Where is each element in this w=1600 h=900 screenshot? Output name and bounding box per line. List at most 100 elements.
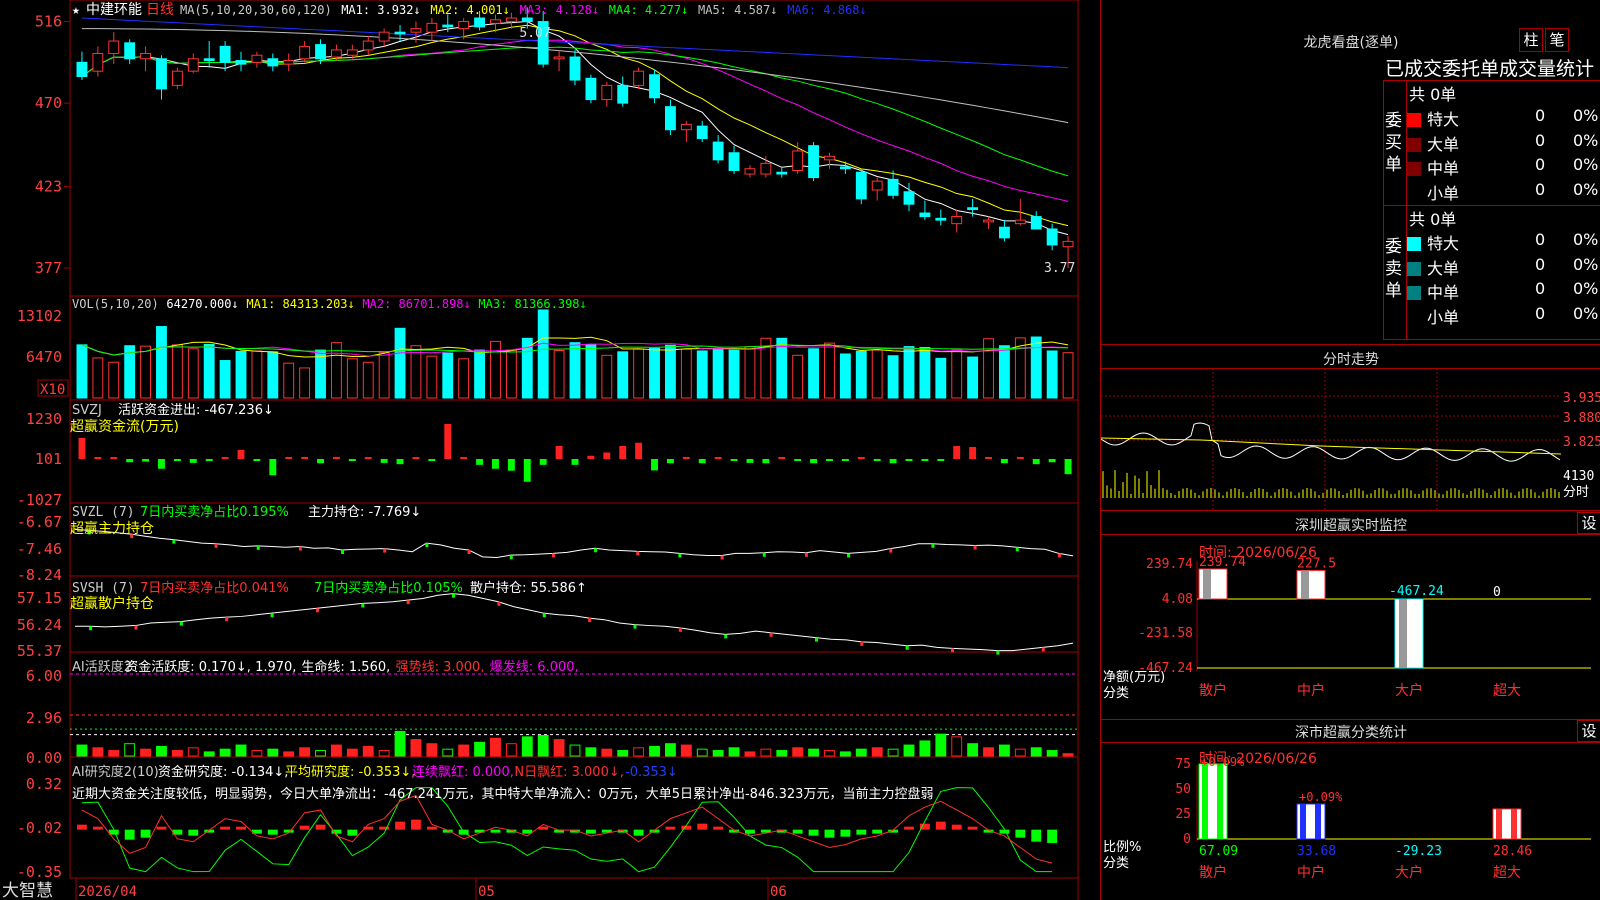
classify-settings-button[interactable]: 设 — [1577, 720, 1600, 742]
ai1-bar — [235, 744, 247, 757]
svzl-line-marker — [594, 548, 598, 553]
volume-bar — [474, 349, 486, 399]
ai2-comment: 近期大资金关注度较低，明显弱势，今日大单净流出：-467.241万元，其中特大单… — [72, 786, 933, 802]
ai1-bar — [283, 751, 295, 757]
candle-body — [664, 106, 676, 131]
svsh-line-marker — [225, 617, 229, 622]
classify-title: 深市超赢分类统计 — [1295, 725, 1407, 741]
svzj-bar — [1032, 459, 1040, 465]
svzl-line-marker — [1015, 547, 1019, 552]
ai1-bar — [919, 740, 931, 757]
candle-body — [728, 152, 740, 171]
row-percent: 0% — [1573, 130, 1599, 150]
ai2-bar — [951, 824, 962, 830]
svsh-line-marker — [179, 621, 183, 626]
ai2-bar — [824, 829, 835, 838]
volume-bar — [1030, 336, 1042, 399]
intraday-title: 分时走势 — [1323, 352, 1379, 368]
candle-body — [1030, 216, 1042, 230]
svzj-bar — [444, 423, 452, 459]
classify-bar-label: +0.09% — [1299, 790, 1343, 804]
ai1-bar — [696, 748, 708, 757]
ai1-bar — [744, 751, 756, 757]
svzl-tick-label: -7.46 — [17, 540, 62, 558]
svsh-legend-item: 散户持仓: 55.586↑ — [470, 580, 587, 596]
monitor-category: 散户 — [1199, 682, 1227, 699]
price-tick-label: 470 — [35, 94, 62, 112]
ai2-bar — [792, 829, 803, 834]
ai1-bar — [649, 745, 660, 757]
ai1-legend-item: 资金活跃度: 0.170↓, 1.970, — [125, 659, 296, 675]
lhb-subtitle: 已成交委托单成交量统计 — [1385, 58, 1595, 80]
ai1-bar — [76, 744, 88, 757]
star-icon: ★ — [72, 3, 80, 18]
svzl-legend-item: SVZL (7) — [72, 505, 135, 520]
panel-frame — [69, 0, 1079, 297]
svzl-line-marker — [678, 553, 682, 558]
svzj-bar — [110, 457, 118, 459]
candle-body — [1046, 228, 1058, 246]
svzj-bar — [476, 459, 484, 465]
ai2-bar — [220, 826, 231, 830]
candle-body — [649, 74, 660, 99]
intraday-price-line — [1101, 422, 1561, 462]
monitor-bar-shade — [1203, 569, 1211, 599]
candle-body — [330, 49, 342, 58]
svzj-bar — [253, 459, 261, 461]
intraday-chart[interactable]: 3.935 3.880 3.825 4130分时 — [1101, 368, 1600, 510]
row-label: 特大 — [1427, 234, 1460, 253]
ai2-bar — [156, 826, 167, 830]
volume-bar — [712, 347, 724, 399]
monitor-settings-button[interactable]: 设 — [1577, 512, 1600, 534]
svzj-bar — [317, 459, 324, 464]
candle-body — [124, 42, 136, 60]
candle-body — [251, 54, 263, 63]
svsh-line-marker — [724, 634, 728, 639]
svzl-line-marker — [214, 543, 218, 548]
svzj-bar — [969, 446, 977, 459]
ai2-bar — [585, 829, 596, 834]
candle-body — [712, 141, 724, 161]
svsh-line-marker — [406, 600, 410, 605]
svsh-line-marker — [497, 601, 501, 606]
candle-body — [919, 212, 931, 218]
ai1-bar — [490, 737, 501, 757]
main-chart[interactable]: 516 470 423 377 5.07 3.77 ★ 中建环能 日线 MA(5,10,20,30… — [0, 0, 1100, 900]
svzj-bar — [237, 449, 245, 459]
ai2-bar — [681, 825, 692, 830]
svzl-line-marker — [1057, 553, 1061, 558]
volume-bar — [490, 340, 501, 399]
ai2-bar — [713, 826, 724, 830]
ai2-legend-item: AI研究度2(10) — [72, 764, 159, 780]
volume-bar — [1062, 352, 1074, 399]
sell-row-1: 大单 0 0% — [1407, 255, 1600, 279]
monitor-title: 深圳超赢实时监控 — [1295, 518, 1407, 534]
volume-bar — [537, 309, 549, 399]
volume-bar — [267, 351, 279, 399]
tick-view-button[interactable]: 笔 — [1545, 28, 1569, 52]
color-swatch-icon — [1407, 237, 1421, 251]
ai1-bar — [935, 733, 947, 757]
classify-tick: 25 — [1175, 807, 1191, 822]
ai1-bar — [983, 747, 994, 757]
svzj-bar — [746, 459, 754, 463]
column-view-button[interactable]: 柱 — [1519, 28, 1543, 52]
volume-bar — [967, 356, 979, 399]
volume-bar — [585, 344, 597, 399]
ma-legend-item: MA3: 4.128↓ — [520, 3, 599, 17]
svzj-bar — [985, 457, 992, 459]
svsh-line — [75, 593, 1074, 652]
period-label: 日线 — [146, 2, 174, 18]
ai1-bar — [1062, 753, 1074, 757]
ai2-legend-item: 平均研究度: -0.353↓, — [285, 764, 415, 780]
classify-ylabel: 比例% — [1103, 840, 1141, 855]
svzj-legend-item: SVZJ — [72, 403, 102, 418]
candle-body — [1062, 240, 1074, 248]
ai1-bar — [617, 750, 629, 757]
candle-body — [315, 44, 326, 60]
ai2-bar — [395, 821, 405, 830]
ai1-bar — [251, 750, 263, 757]
volume-bar — [219, 360, 231, 399]
candle-body — [346, 49, 358, 56]
classify-value: 33.68 — [1297, 844, 1336, 859]
